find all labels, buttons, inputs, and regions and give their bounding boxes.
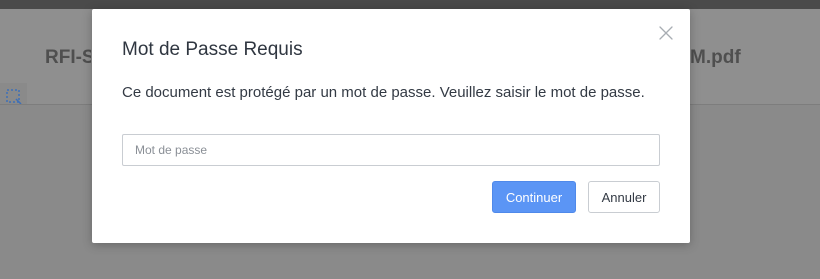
dialog-message: Ce document est protégé par un mot de pa… — [122, 84, 645, 101]
app-top-bar — [0, 0, 820, 9]
continue-button[interactable]: Continuer — [492, 181, 576, 213]
dialog-title: Mot de Passe Requis — [122, 39, 303, 60]
password-required-dialog: Mot de Passe Requis Ce document est prot… — [92, 9, 690, 243]
close-icon — [658, 26, 674, 45]
selection-icon — [5, 88, 23, 106]
cancel-button[interactable]: Annuler — [588, 181, 660, 213]
document-title-right: M.pdf — [690, 47, 741, 68]
close-button[interactable] — [658, 25, 674, 41]
document-title-left: RFI-S — [45, 47, 91, 68]
password-input[interactable] — [122, 134, 660, 166]
